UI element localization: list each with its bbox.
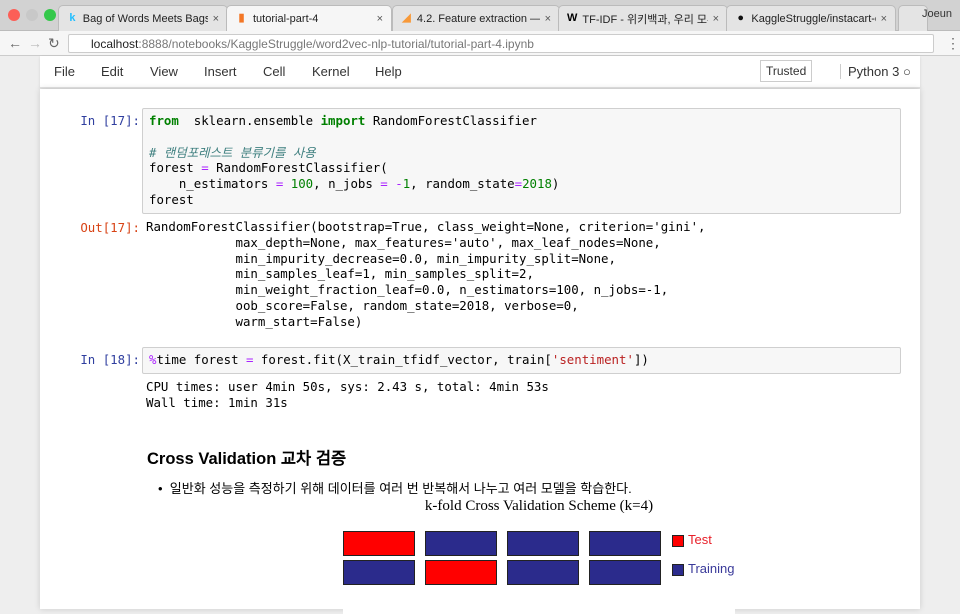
profile-name[interactable]: Joeun (922, 8, 952, 20)
section-heading: Cross Validation 교차 검증 (147, 450, 347, 468)
code-line: n_estimators = 100, n_jobs = -1, random_… (149, 176, 894, 192)
wikipedia-icon: W (567, 12, 578, 24)
code-token: 'sentiment' (551, 352, 634, 367)
close-tab-icon[interactable]: × (881, 13, 887, 25)
code-token: = (514, 176, 523, 192)
code-token: forest (149, 160, 202, 176)
output-prompt-17: Out[17]: (80, 220, 140, 235)
menu-help[interactable]: Help (375, 64, 402, 79)
input-prompt-17: In [17]: (80, 113, 140, 128)
training-fold (589, 560, 661, 585)
training-fold (589, 531, 661, 556)
tab-title: TF-IDF - 위키백과, 우리 모두의 백 (582, 13, 707, 26)
kernel-idle-icon: ○ (902, 64, 911, 79)
back-icon[interactable]: ← (8, 35, 22, 51)
menu-file[interactable]: File (54, 64, 75, 79)
code-token: , n_jobs (313, 176, 381, 192)
tab-title: Bag of Words Meets Bags of P (82, 12, 208, 25)
input-prompt-18: In [18]: (80, 352, 140, 367)
browser-tab-bar: k Bag of Words Meets Bags of P × ▮ tutorial-… (0, 0, 960, 31)
maximize-window-button[interactable] (44, 9, 56, 21)
training-fold (343, 560, 415, 585)
notebook-menubar: File Edit View Insert Cell Kernel Help Trusted… (40, 56, 920, 88)
menu-cell[interactable]: Cell (263, 64, 285, 79)
browser-tab[interactable]: ▮ tutorial-part-4 × (226, 5, 392, 31)
browser-tab[interactable]: k Bag of Words Meets Bags of P × (58, 5, 228, 31)
code-token: time forest (156, 352, 246, 367)
code-cell-18[interactable]: %time forest = forest.fit(X_train_tfidf_… (142, 347, 901, 374)
close-window-button[interactable] (8, 9, 20, 21)
code-token: , random_state (410, 176, 515, 192)
close-tab-icon[interactable]: × (377, 13, 383, 25)
kaggle-icon: k (69, 12, 76, 24)
output-18: CPU times: user 4min 50s, sys: 2.43 s, t… (146, 379, 549, 410)
code-token: 100 (290, 176, 314, 192)
code-line: forest = RandomForestClassifier( (149, 160, 894, 176)
training-fold (507, 531, 579, 556)
code-line: forest (149, 192, 894, 208)
address-bar-row: ← → ↻ localhost:8888/notebooks/KaggleStr… (0, 31, 960, 56)
code-token: sklearn.ensemble (178, 113, 321, 128)
training-fold (507, 560, 579, 585)
code-line: %time forest = forest.fit(X_train_tfidf_… (149, 352, 894, 368)
sklearn-icon: ◢ (402, 12, 411, 24)
code-token: = (201, 160, 209, 176)
code-token: 2018 (522, 176, 552, 192)
github-icon: ● (737, 12, 745, 24)
url-path: :8888/notebooks/KaggleStruggle/word2vec-… (138, 37, 534, 51)
legend-test-swatch (672, 535, 684, 547)
tab-title: KaggleStruggle/instacart-exp (751, 12, 875, 25)
trusted-indicator[interactable]: Trusted (760, 60, 813, 82)
url-input[interactable]: localhost:8888/notebooks/KaggleStruggle/… (68, 34, 934, 53)
figure-title: k-fold Cross Validation Scheme (k=4) (424, 498, 654, 514)
menu-edit[interactable]: Edit (101, 64, 123, 79)
code-token: - (395, 176, 403, 192)
reload-icon[interactable]: ↻ (48, 35, 60, 52)
code-token: n_estimators (149, 176, 276, 192)
browser-tab[interactable]: W TF-IDF - 위키백과, 우리 모두의 백 × (558, 5, 728, 31)
code-token: from (149, 113, 179, 128)
window-controls (8, 9, 56, 21)
code-cell-17[interactable]: from sklearn.ensemble import RandomFores… (142, 108, 901, 214)
browser-tab[interactable]: ● KaggleStruggle/instacart-exp × (726, 5, 896, 31)
menu-insert[interactable]: Insert (204, 64, 237, 79)
menu-view[interactable]: View (150, 64, 178, 79)
code-token: forest.fit(X_train_tfidf_vector, train[ (253, 352, 552, 367)
code-line: # 랜덤포레스트 분류기를 사용 (149, 145, 894, 161)
code-token: = (380, 176, 388, 192)
code-token: import (320, 113, 366, 128)
legend-test-label: Test (688, 532, 712, 547)
kernel-name: Python 3 (848, 64, 900, 79)
jupyter-icon: ▮ (238, 12, 245, 24)
code-token: forest (149, 191, 194, 207)
close-tab-icon[interactable]: × (213, 13, 219, 25)
training-fold (425, 531, 497, 556)
browser-menu-icon[interactable]: ⋮ (946, 35, 960, 52)
test-fold (425, 560, 497, 585)
code-token: # 랜덤포레스트 분류기를 사용 (149, 144, 316, 160)
code-token: RandomForestClassifier (365, 113, 537, 128)
code-token: ]) (633, 352, 649, 367)
browser-tab[interactable]: ◢ 4.2. Feature extraction — scik × (392, 5, 560, 31)
code-token: RandomForestClassifier( (208, 160, 388, 176)
forward-icon[interactable]: → (28, 35, 42, 51)
kfold-figure: k-fold Cross Validation Scheme (k=4) Tes… (343, 494, 735, 614)
test-fold (343, 531, 415, 556)
code-token: ) (551, 176, 560, 192)
minimize-window-button[interactable] (26, 9, 38, 21)
tab-title: tutorial-part-4 (253, 12, 319, 25)
code-line: from sklearn.ensemble import RandomFores… (149, 113, 894, 129)
close-tab-icon[interactable]: × (545, 13, 551, 25)
menu-kernel[interactable]: Kernel (312, 64, 350, 79)
url-host: localhost (91, 37, 139, 51)
legend-training-label: Training (688, 561, 735, 576)
output-17: RandomForestClassifier(bootstrap=True, c… (146, 219, 706, 329)
notebook-container: In [17]: from sklearn.ensemble import Ra… (40, 89, 920, 614)
legend-training-swatch (672, 564, 684, 576)
kernel-indicator: Python 3 ○ (840, 64, 911, 79)
close-tab-icon[interactable]: × (713, 13, 719, 25)
tab-title: 4.2. Feature extraction — scik (416, 12, 540, 25)
